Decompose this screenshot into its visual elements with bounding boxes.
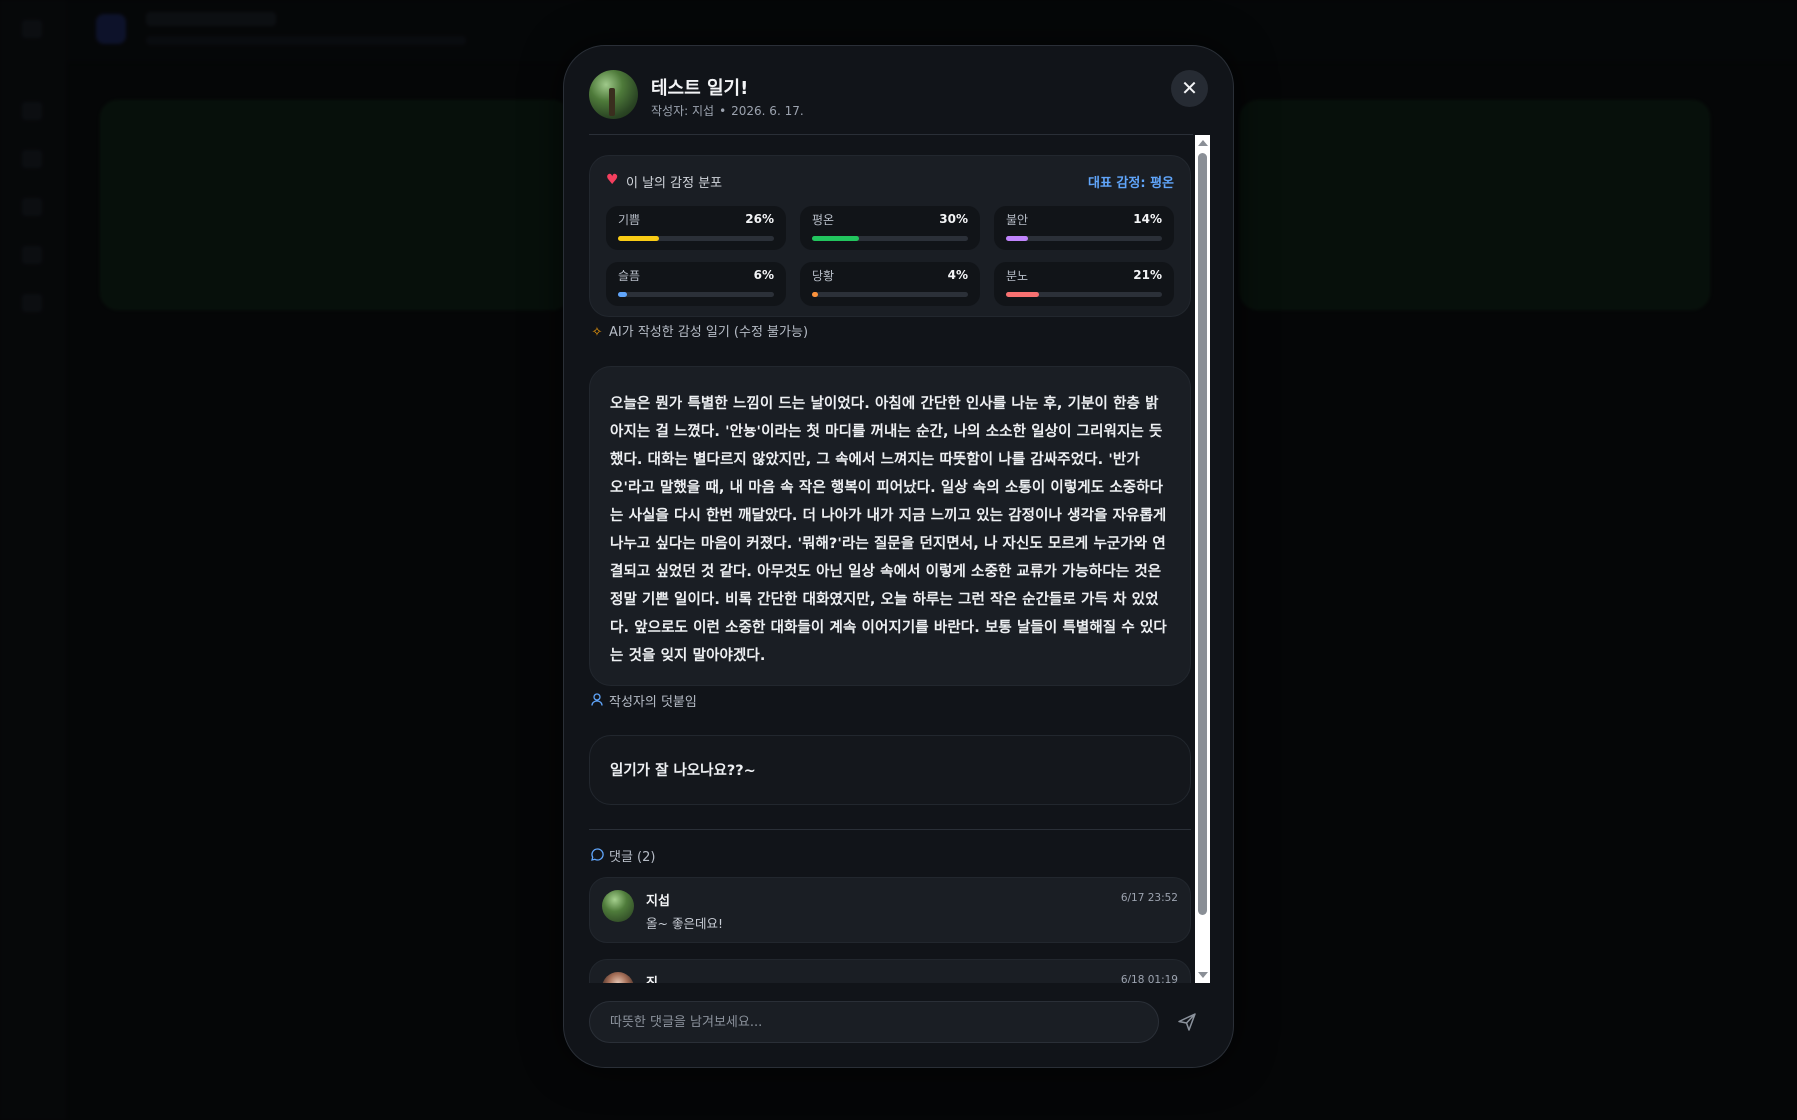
comment-time: 6/18 01:19 [1120, 974, 1178, 983]
scrollbar-thumb[interactable] [1198, 153, 1207, 915]
emotion-tile: 평온 30% [800, 206, 980, 250]
emotion-name: 분노 [1006, 269, 1029, 283]
menu-icon [22, 20, 42, 38]
emotion-tile: 기쁨 26% [606, 206, 786, 250]
scrollbar[interactable] [1195, 135, 1210, 983]
emotion-bar-fill [618, 292, 628, 297]
emotion-tile: 슬픔 6% [606, 262, 786, 306]
emotion-distribution-card: ♥ 이 날의 감정 분포 대표 감정: 평온 기쁨 26% 평온 30% 불안 14% 슬픔… [589, 155, 1191, 317]
comments-label-text: 댓글 (2) [609, 850, 656, 865]
comment-item: 진 6/18 01:19 [589, 959, 1191, 983]
comment-author: 진 [646, 972, 658, 983]
emotion-bar-fill [618, 236, 659, 241]
addendum-label: 작성자의 덧붙임 [589, 691, 697, 710]
emotion-percent: 21% [1133, 268, 1162, 282]
emotion-card-title: 이 날의 감정 분포 [626, 176, 723, 191]
background-title [146, 12, 276, 26]
emotion-name: 불안 [1006, 213, 1029, 227]
comment-input[interactable] [589, 1001, 1159, 1043]
emotion-bar-track [812, 236, 968, 241]
user-icon [589, 693, 605, 710]
ai-diary-card: 오늘은 뭔가 특별한 느낌이 드는 날이었다. 아침에 간단한 인사를 나눈 후… [589, 366, 1191, 686]
emotion-bar-fill [1006, 236, 1028, 241]
emotion-percent: 26% [745, 212, 774, 226]
emotion-percent: 4% [947, 268, 968, 282]
comment-icon [589, 848, 605, 865]
comment-time: 6/17 23:52 [1120, 892, 1178, 904]
nav-icon [22, 294, 42, 312]
author-label: 작성자: 지섭 [651, 104, 715, 118]
app-logo [96, 14, 126, 44]
modal-header: 테스트 일기! 작성자: 지섭 • 2026. 6. 17. ✕ [589, 70, 1208, 126]
emotion-bar-fill [812, 236, 859, 241]
comment-item: 지섭 6/17 23:52 올~ 좋은데요! [589, 877, 1191, 943]
send-icon [1178, 1013, 1196, 1031]
sparkle-icon: ✧ [591, 325, 603, 340]
comment-text: 올~ 좋은데요! [646, 916, 723, 931]
emotion-bar-track [618, 236, 774, 241]
emotion-name: 당황 [812, 269, 835, 283]
comments-label: 댓글 (2) [589, 846, 655, 865]
addendum-label-text: 작성자의 덧붙임 [609, 695, 697, 710]
diary-date: 2026. 6. 17. [731, 104, 804, 118]
meta-separator: • [719, 104, 727, 118]
primary-emotion-label: 대표 감정: 평온 [1087, 176, 1174, 191]
ai-diary-label-text: AI가 작성한 감성 일기 (수정 불가능) [609, 325, 809, 340]
background-subtitle [146, 36, 466, 45]
ai-diary-text: 오늘은 뭔가 특별한 느낌이 드는 날이었다. 아침에 간단한 인사를 나눈 후… [610, 396, 1167, 664]
emotion-percent: 30% [939, 212, 968, 226]
close-button[interactable]: ✕ [1171, 70, 1208, 107]
emotion-card-header: ♥ 이 날의 감정 분포 대표 감정: 평온 [606, 172, 1174, 191]
nav-icon [22, 102, 42, 120]
emotion-percent: 6% [753, 268, 774, 282]
emotion-name: 슬픔 [618, 269, 641, 283]
emotion-tile: 분노 21% [994, 262, 1174, 306]
nav-icon [22, 198, 42, 216]
send-button[interactable] [1174, 1009, 1200, 1035]
addendum-card: 일기가 잘 나오나요??~ [589, 735, 1191, 805]
emotion-bar-track [1006, 236, 1162, 241]
close-icon: ✕ [1181, 76, 1198, 100]
emotion-bar-track [812, 292, 968, 297]
modal-scroll-area[interactable]: ♥ 이 날의 감정 분포 대표 감정: 평온 기쁨 26% 평온 30% 불안 14% 슬픔… [589, 135, 1191, 983]
addendum-text: 일기가 잘 나오나요??~ [610, 763, 756, 779]
emotion-name: 평온 [812, 213, 835, 227]
nav-icon [22, 246, 42, 264]
diary-detail-modal: 테스트 일기! 작성자: 지섭 • 2026. 6. 17. ✕ ♥ 이 날의 감정… [563, 45, 1234, 1068]
emotion-tile: 당황 4% [800, 262, 980, 306]
emotion-bar-track [1006, 292, 1162, 297]
comment-author: 지섭 [646, 894, 670, 909]
emotion-bar-track [618, 292, 774, 297]
emotion-name: 기쁨 [618, 213, 641, 227]
emotion-bar-fill [812, 292, 819, 297]
ai-diary-label: ✧ AI가 작성한 감성 일기 (수정 불가능) [589, 321, 808, 340]
author-avatar [589, 70, 638, 119]
comments-divider [589, 829, 1191, 830]
background-card [100, 100, 570, 310]
avatar [602, 890, 634, 922]
emotion-tile: 불안 14% [994, 206, 1174, 250]
background-card [1240, 100, 1710, 310]
emotion-percent: 14% [1133, 212, 1162, 226]
scroll-down-arrow-icon[interactable] [1198, 972, 1208, 978]
diary-title: 테스트 일기! [651, 78, 749, 99]
background-sidebar [0, 0, 66, 1120]
diary-meta: 작성자: 지섭 • 2026. 6. 17. [651, 102, 804, 119]
scroll-up-arrow-icon[interactable] [1198, 140, 1208, 146]
emotion-bar-fill [1006, 292, 1039, 297]
heart-icon: ♥ [606, 172, 619, 188]
avatar [602, 972, 634, 983]
nav-icon [22, 150, 42, 168]
